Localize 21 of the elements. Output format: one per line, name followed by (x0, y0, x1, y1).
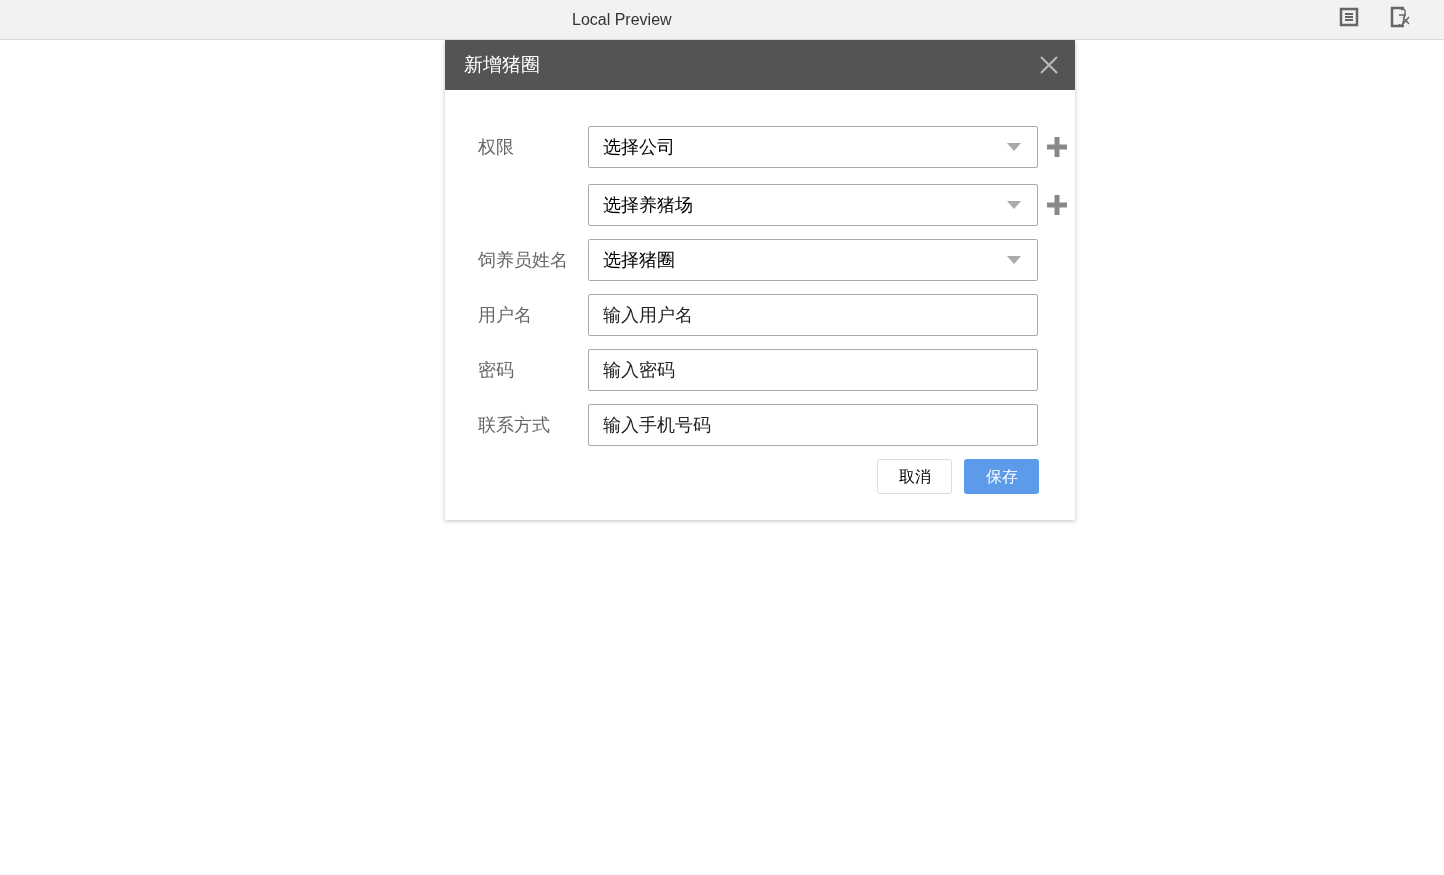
caret-icon (1007, 143, 1021, 151)
plus-icon[interactable] (1046, 136, 1068, 158)
select-field[interactable]: 选择养猪场 (588, 184, 1038, 226)
input-field[interactable]: 输入密码 (588, 349, 1038, 391)
select-field[interactable]: 选择公司 (588, 126, 1038, 168)
plus-icon[interactable] (1046, 194, 1068, 216)
field-label: 密码 (478, 359, 514, 380)
select-field[interactable]: 选择猪圈 (588, 239, 1038, 281)
cancel-button[interactable]: 取消 (877, 459, 952, 494)
field-label: 用户名 (478, 304, 532, 325)
caret-icon (1007, 256, 1021, 264)
field-label: 联系方式 (478, 414, 550, 435)
caret-icon (1007, 201, 1021, 209)
field-label: 权限 (478, 136, 514, 157)
close-icon[interactable] (1040, 56, 1058, 74)
dialog-title: 新增猪圈 (464, 52, 540, 77)
input-field[interactable]: 输入手机号码 (588, 404, 1038, 446)
document-icon[interactable] (1339, 7, 1359, 27)
window-title: Local Preview (572, 9, 672, 30)
field-label: 饲养员姓名 (478, 249, 568, 270)
input-field[interactable]: 输入用户名 (588, 294, 1038, 336)
